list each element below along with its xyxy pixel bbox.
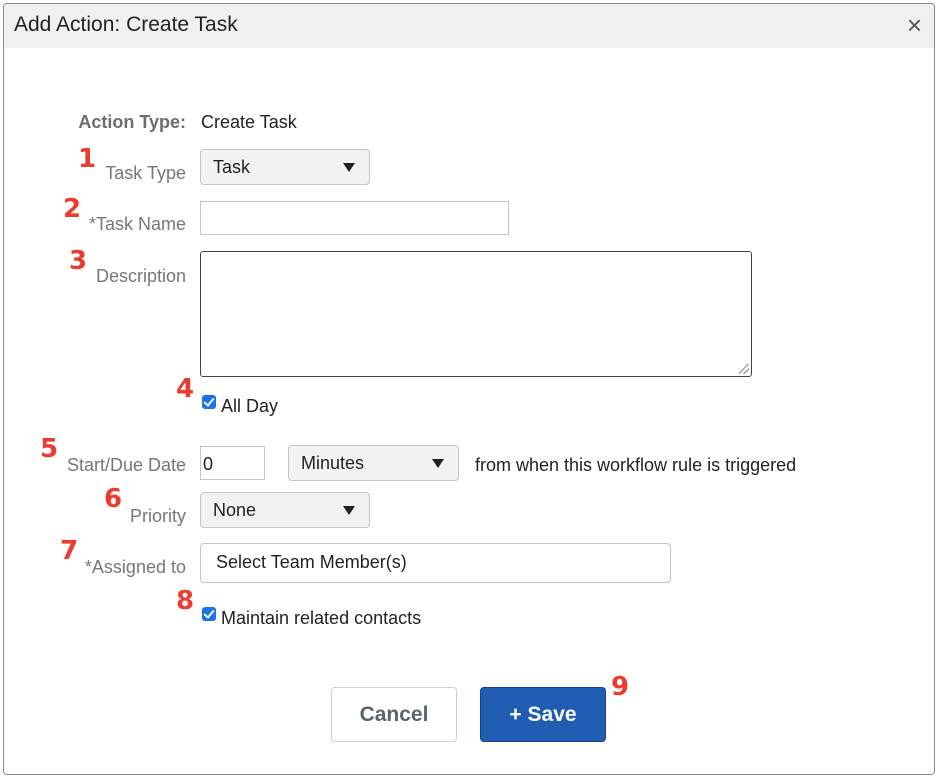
action-type-value: Create Task	[201, 112, 297, 132]
priority-select[interactable]: None	[200, 492, 370, 528]
description-label: Description	[95, 266, 186, 286]
amount-value: 0	[203, 454, 214, 474]
assigned-to-selector[interactable]: Select Team Member(s)	[200, 543, 671, 583]
priority-label: Priority	[129, 506, 186, 526]
maintain-contacts-label[interactable]: Maintain related contacts	[221, 608, 421, 629]
start-due-date-label: Start/Due Date	[66, 455, 186, 475]
chevron-down-icon	[432, 459, 444, 468]
annotation-8: 8	[176, 586, 195, 616]
start-due-date-amount-field[interactable]: 0	[200, 446, 265, 480]
save-button[interactable]: + Save	[480, 687, 606, 742]
priority-value: None	[213, 500, 257, 520]
cancel-button[interactable]: Cancel	[331, 687, 457, 742]
create-task-dialog: Add Action: Create Task × Action Type: C…	[3, 3, 935, 775]
close-icon[interactable]: ×	[907, 10, 922, 40]
time-unit-select[interactable]: Minutes	[288, 445, 459, 481]
all-day-checkbox[interactable]	[202, 395, 216, 409]
action-type-label: Action Type:	[78, 112, 186, 132]
annotation-9: 9	[611, 672, 630, 702]
chevron-down-icon	[343, 506, 355, 515]
checkmark-icon	[203, 607, 215, 619]
task-name-label: *Task Name	[88, 214, 186, 234]
time-unit-value: Minutes	[301, 453, 365, 473]
annotation-4: 4	[176, 374, 195, 404]
maintain-contacts-checkbox[interactable]	[202, 607, 216, 621]
task-name-field[interactable]	[200, 201, 509, 235]
assigned-to-value: Select Team Member(s)	[216, 552, 407, 572]
task-type-select[interactable]: Task	[200, 149, 370, 185]
resize-handle-icon[interactable]	[739, 364, 749, 374]
dialog-body: Action Type: Create Task 1 Task Type Tas…	[4, 48, 934, 774]
assigned-to-label: *Assigned to	[84, 557, 186, 577]
chevron-down-icon	[343, 163, 355, 172]
task-type-value: Task	[213, 157, 251, 177]
checkmark-icon	[203, 395, 215, 407]
description-textarea[interactable]	[200, 251, 752, 377]
trigger-suffix-text: from when this workflow rule is triggere…	[475, 455, 797, 475]
dialog-titlebar: Add Action: Create Task ×	[4, 4, 934, 49]
all-day-label[interactable]: All Day	[221, 396, 278, 417]
dialog-title: Add Action: Create Task	[14, 13, 238, 36]
task-type-label: Task Type	[105, 163, 186, 183]
